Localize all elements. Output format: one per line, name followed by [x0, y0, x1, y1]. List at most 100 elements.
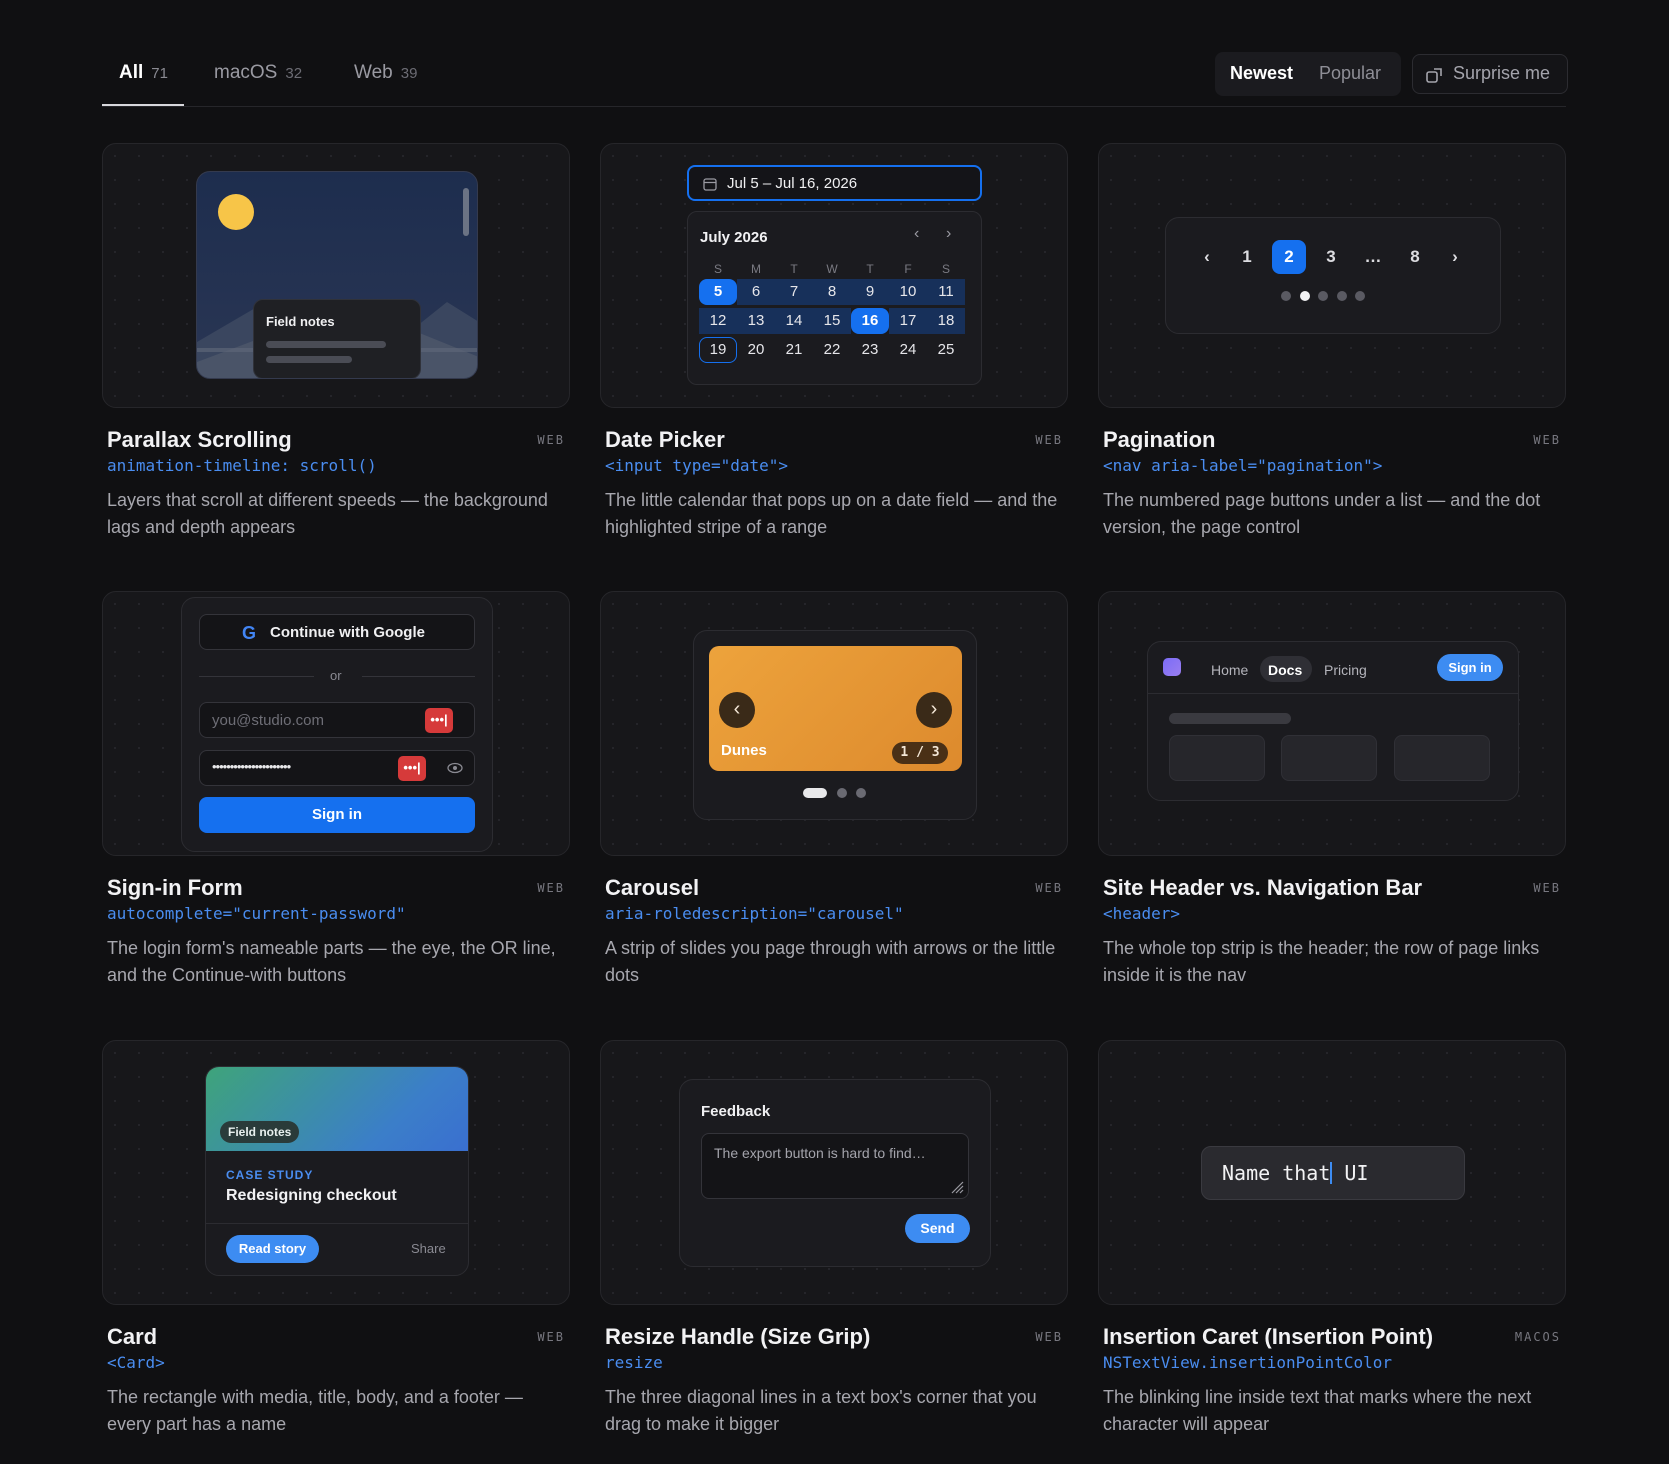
carousel-dot-active[interactable] [803, 788, 827, 798]
placeholder-line [266, 341, 386, 348]
header-sign-in-button[interactable]: Sign in [1437, 654, 1503, 681]
tab-count: 39 [400, 65, 418, 82]
card-kicker: CASE STUDY [226, 1168, 314, 1182]
share-link[interactable]: Share [411, 1241, 446, 1256]
carousel-dot[interactable] [856, 788, 866, 798]
card-title: Card [107, 1324, 158, 1349]
nav-link-home[interactable]: Home [1211, 662, 1248, 678]
site-mockup: Home Docs Pricing Sign in [1147, 641, 1519, 801]
range-start-day[interactable]: 5 [699, 279, 737, 305]
page-dot[interactable] [1318, 291, 1328, 301]
calendar-day[interactable]: 18 [927, 308, 965, 334]
card-description: A strip of slides you page through with … [605, 938, 1056, 985]
prev-page-icon[interactable]: ‹ [1190, 240, 1224, 274]
calendar-day[interactable]: 21 [775, 337, 813, 363]
calendar-day[interactable]: 12 [699, 308, 737, 334]
card-description: The rectangle with media, title, body, a… [107, 1387, 523, 1434]
page-button[interactable]: 8 [1398, 240, 1432, 274]
tab-count: 71 [151, 65, 168, 82]
card-parallax-scrolling[interactable]: Field notes [102, 143, 570, 408]
code-snippet: <Card> [107, 1353, 165, 1372]
card-description: The whole top strip is the header; the r… [1103, 938, 1540, 985]
resize-grip-icon[interactable] [950, 1180, 964, 1194]
send-button[interactable]: Send [905, 1214, 970, 1243]
continue-with-google-button[interactable]: G Continue with Google [199, 614, 475, 650]
calendar-day[interactable]: 9 [851, 279, 889, 305]
calendar-day[interactable]: 15 [813, 308, 851, 334]
code-snippet: <header> [1103, 904, 1181, 923]
prev-arrow-icon[interactable]: ‹ [719, 692, 755, 728]
surprise-me-button[interactable]: Surprise me [1412, 54, 1568, 94]
card-date-picker[interactable]: Jul 5 – Jul 16, 2026 July 2026 ‹ › SMTWT… [600, 143, 1068, 408]
card-carousel[interactable]: ‹ › Dunes 1 / 3 [600, 591, 1068, 856]
calendar-day[interactable]: 13 [737, 308, 775, 334]
sign-in-button[interactable]: Sign in [199, 797, 475, 833]
page-button[interactable]: … [1356, 240, 1390, 274]
tab-web[interactable]: Web 39 [354, 62, 417, 106]
carousel-dot[interactable] [837, 788, 847, 798]
nav-link-label: Docs [1268, 662, 1303, 678]
page-dot[interactable] [1336, 291, 1347, 301]
platform-tag: WEB [1035, 1330, 1063, 1344]
panel-title: Field notes [266, 314, 335, 329]
feedback-textarea[interactable]: The export button is hard to find… [701, 1133, 969, 1199]
calendar-month: July 2026 [700, 229, 768, 246]
read-story-button[interactable]: Read story [226, 1235, 319, 1263]
page-button[interactable]: 3 [1314, 240, 1348, 274]
next-month-icon[interactable]: › [946, 225, 951, 243]
calendar-day[interactable]: 11 [927, 279, 965, 305]
calendar-day[interactable]: 6 [737, 279, 775, 305]
pagination-widget: ‹ 1 2 3… 8 › [1165, 217, 1501, 334]
page-button-current[interactable]: 2 [1272, 240, 1306, 274]
code-snippet: NSTextView.insertionPointColor [1103, 1353, 1392, 1372]
media-badge: Field notes [220, 1121, 300, 1143]
calendar-day[interactable]: 23 [851, 337, 889, 363]
calendar-day[interactable]: 8 [813, 279, 851, 305]
sort-popular-button[interactable]: Popular [1319, 63, 1381, 84]
divider-line [199, 676, 314, 677]
range-end-day[interactable]: 16 [851, 308, 889, 334]
calendar-day[interactable]: 14 [775, 308, 813, 334]
calendar-day[interactable]: 10 [889, 279, 927, 305]
tab-all[interactable]: All 71 [102, 62, 184, 106]
caret-text-field[interactable]: Name that UI [1201, 1146, 1465, 1200]
next-arrow-icon[interactable]: › [916, 692, 952, 728]
platform-tag: WEB [537, 1330, 565, 1344]
platform-tag: WEB [1035, 881, 1063, 895]
sort-toggle: Newest Popular [1215, 52, 1401, 96]
scrollbar-thumb[interactable] [463, 188, 469, 236]
card-resize-handle[interactable]: Feedback The export button is hard to fi… [600, 1040, 1068, 1305]
card-pagination[interactable]: ‹ 1 2 3… 8 › [1098, 143, 1566, 408]
date-range-input[interactable]: Jul 5 – Jul 16, 2026 [687, 165, 982, 201]
card-card[interactable]: Field notes CASE STUDY Redesigning check… [102, 1040, 570, 1305]
calendar-day[interactable]: 25 [927, 337, 965, 363]
eye-icon[interactable] [447, 761, 463, 775]
card-sign-in-form[interactable]: G Continue with Google or you@studio.com… [102, 591, 570, 856]
page-dot[interactable] [1355, 291, 1365, 301]
email-field[interactable]: you@studio.com •••| [199, 702, 475, 738]
calendar-day[interactable]: 7 [775, 279, 813, 305]
nav-link-pricing[interactable]: Pricing [1324, 662, 1367, 678]
password-manager-icon[interactable]: •••| [398, 756, 426, 781]
parallax-scene: Field notes [196, 171, 478, 379]
nav-link-docs-active[interactable]: Docs [1260, 656, 1312, 682]
calendar-day[interactable]: 22 [813, 337, 851, 363]
page-dot[interactable] [1281, 291, 1291, 301]
calendar-day[interactable]: 24 [889, 337, 927, 363]
today-day[interactable]: 19 [699, 337, 737, 363]
calendar-day[interactable]: 20 [737, 337, 775, 363]
sort-newest-button[interactable]: Newest [1230, 63, 1293, 84]
password-manager-icon[interactable]: •••| [425, 708, 453, 733]
page-button[interactable]: 1 [1230, 240, 1264, 274]
prev-month-icon[interactable]: ‹ [914, 225, 919, 243]
tab-macos[interactable]: macOS 32 [214, 62, 302, 106]
code-snippet: aria-roledescription="carousel" [605, 904, 904, 923]
card-title: Date Picker [605, 427, 725, 452]
platform-tag: WEB [1533, 881, 1561, 895]
calendar-day[interactable]: 17 [889, 308, 927, 334]
card-insertion-caret[interactable]: Name that UI [1098, 1040, 1566, 1305]
next-page-icon[interactable]: › [1438, 240, 1472, 274]
page-dot-active[interactable] [1299, 291, 1310, 301]
password-field[interactable]: •••••••••••••••••••••• •••| [199, 750, 475, 786]
card-site-header[interactable]: Home Docs Pricing Sign in [1098, 591, 1566, 856]
